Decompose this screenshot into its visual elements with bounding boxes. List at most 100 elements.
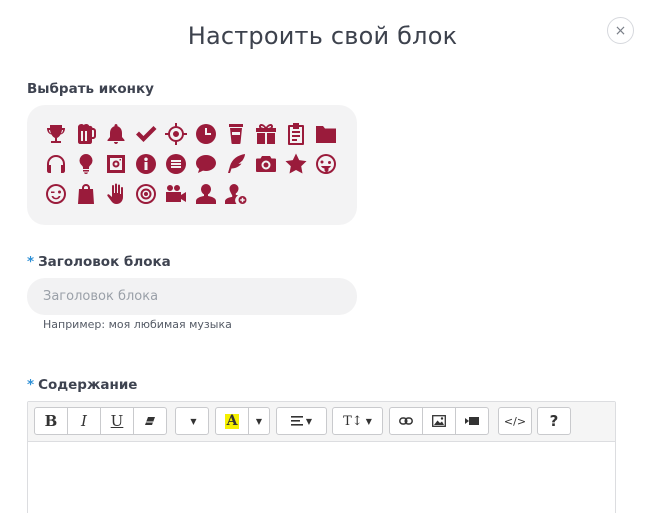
icon-option-camera[interactable] — [251, 149, 281, 179]
instagram-icon — [107, 155, 125, 173]
title-field-label: * Заголовок блока — [27, 254, 171, 270]
icon-option-feather[interactable] — [221, 149, 251, 179]
gift-icon — [256, 124, 276, 144]
list-circle-icon — [166, 154, 186, 174]
icon-option-hand[interactable] — [101, 179, 131, 209]
icon-option-lightbulb[interactable] — [71, 149, 101, 179]
icon-option-crosshair[interactable] — [161, 119, 191, 149]
editor-content-area[interactable] — [28, 442, 615, 513]
bell-icon — [107, 124, 125, 144]
checkmark-icon — [136, 126, 157, 142]
text-color-button[interactable]: A — [215, 407, 249, 435]
lightbulb-icon — [79, 154, 93, 174]
icon-option-beer-mug[interactable] — [71, 119, 101, 149]
style-button-group: B I U — [34, 407, 167, 435]
close-button[interactable]: × — [607, 17, 634, 44]
icon-option-headphones[interactable] — [41, 149, 71, 179]
video-camera-icon — [166, 185, 186, 202]
user-icon — [196, 184, 216, 204]
image-icon — [432, 415, 446, 427]
icon-option-speech-bubble[interactable] — [191, 149, 221, 179]
beer-mug-icon — [78, 124, 96, 144]
tongue-smiley-icon — [316, 154, 336, 174]
headphones-icon — [47, 155, 65, 173]
color-dropdown-button[interactable]: ▼ — [248, 407, 270, 435]
font-button-group: ▼ — [175, 407, 209, 435]
caret-down-icon: ▼ — [305, 416, 313, 426]
color-button-group: A ▼ — [215, 407, 270, 435]
icon-option-folder[interactable] — [311, 119, 341, 149]
info-icon — [136, 154, 156, 174]
icon-option-target[interactable] — [131, 179, 161, 209]
icon-option-bell[interactable] — [101, 119, 131, 149]
shopping-bag-icon — [78, 184, 94, 204]
clipboard-icon — [288, 123, 304, 145]
title-hint: Например: моя любимая музыка — [43, 318, 232, 331]
align-dropdown-button[interactable]: ▼ — [276, 407, 327, 435]
coffee-cup-icon — [229, 124, 243, 144]
required-mark: * — [27, 254, 35, 270]
video-button[interactable] — [455, 407, 489, 435]
feather-icon — [228, 154, 245, 173]
hand-icon — [107, 183, 123, 204]
video-icon — [465, 417, 479, 425]
icon-option-gift[interactable] — [251, 119, 281, 149]
caret-down-icon: ▼ — [190, 416, 197, 426]
icon-option-clipboard[interactable] — [281, 119, 311, 149]
clock-icon — [196, 124, 216, 144]
icon-grid — [41, 119, 341, 209]
content-field-label: * Содержание — [27, 377, 137, 393]
icon-option-instagram[interactable] — [101, 149, 131, 179]
italic-button[interactable]: I — [67, 407, 101, 435]
modal-title: Настроить свой блок — [187, 22, 458, 50]
trophy-icon — [47, 125, 65, 143]
target-icon — [136, 184, 156, 204]
bold-button[interactable]: B — [34, 407, 68, 435]
close-icon: × — [614, 22, 627, 39]
wink-smiley-icon — [46, 184, 66, 204]
icon-option-video-camera[interactable] — [161, 179, 191, 209]
editor-toolbar: B I U ▼ A ▼ ▼ T↕ ▼ </> ? — [28, 402, 615, 442]
title-label-text: Заголовок блока — [38, 254, 171, 270]
icon-option-info[interactable] — [131, 149, 161, 179]
required-mark: * — [27, 377, 35, 393]
help-button-group: ? — [537, 407, 571, 435]
crosshair-icon — [165, 123, 187, 145]
insert-button-group — [389, 407, 489, 435]
icon-option-checkmark[interactable] — [131, 119, 161, 149]
link-icon — [399, 417, 413, 425]
icon-option-wink-smiley[interactable] — [41, 179, 71, 209]
icon-option-list-circle[interactable] — [161, 149, 191, 179]
code-button-group: </> — [498, 407, 532, 435]
caret-down-icon: ▼ — [255, 416, 263, 426]
align-button-group: ▼ — [276, 407, 327, 435]
image-button[interactable] — [422, 407, 456, 435]
text-size-button-group: T↕ ▼ — [332, 407, 383, 435]
icon-section-label: Выбрать иконку — [27, 81, 154, 97]
icon-option-clock[interactable] — [191, 119, 221, 149]
icon-picker — [27, 105, 357, 225]
caret-down-icon: ▼ — [365, 416, 372, 426]
rich-text-editor: B I U ▼ A ▼ ▼ T↕ ▼ </> ? — [27, 401, 616, 513]
align-left-icon — [290, 416, 303, 426]
icon-option-coffee-cup[interactable] — [221, 119, 251, 149]
eraser-icon — [145, 417, 155, 425]
star-icon — [285, 153, 307, 174]
font-dropdown-button[interactable]: ▼ — [175, 407, 209, 435]
help-button[interactable]: ? — [537, 407, 571, 435]
title-input[interactable] — [27, 278, 357, 315]
code-view-button[interactable]: </> — [498, 407, 532, 435]
text-size-label: T↕ — [343, 413, 363, 429]
underline-button[interactable]: U — [100, 407, 134, 435]
icon-option-star[interactable] — [281, 149, 311, 179]
link-button[interactable] — [389, 407, 423, 435]
text-size-dropdown-button[interactable]: T↕ ▼ — [332, 407, 383, 435]
clear-format-button[interactable] — [133, 407, 167, 435]
icon-option-trophy[interactable] — [41, 119, 71, 149]
content-label-text: Содержание — [38, 377, 138, 393]
speech-bubble-icon — [196, 155, 216, 173]
icon-option-shopping-bag[interactable] — [71, 179, 101, 209]
icon-option-tongue-smiley[interactable] — [311, 149, 341, 179]
icon-option-user-add[interactable] — [221, 179, 251, 209]
icon-option-user[interactable] — [191, 179, 221, 209]
